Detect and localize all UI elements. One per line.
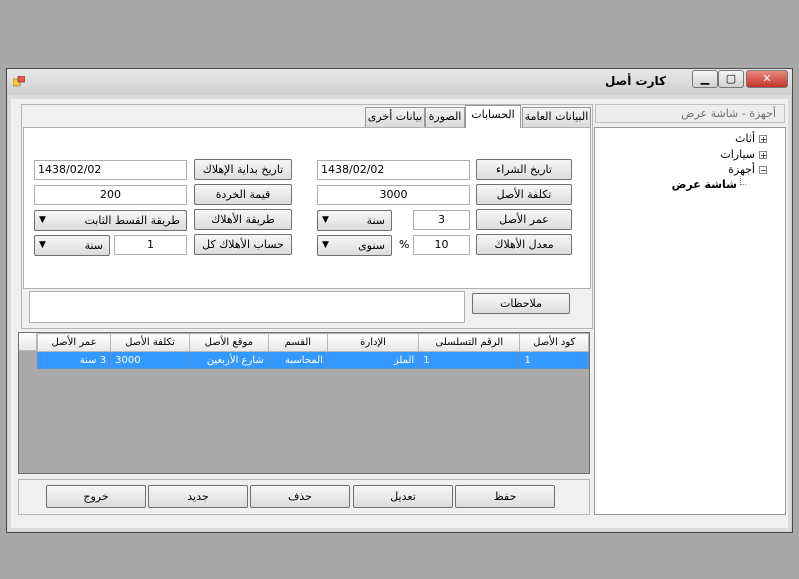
tree-node-cars[interactable]: سيارات <box>720 148 755 161</box>
tree-node-display-screen[interactable]: شاشة عرض <box>672 178 737 191</box>
tab-general[interactable]: البيانات العامة <box>522 107 591 127</box>
grid-cell: شارع الأربعين <box>188 351 269 369</box>
percent-sign: % <box>399 238 410 251</box>
table-row[interactable]: 1 1 الملز المحاسبة شارع الأربعين 3000 3 … <box>36 351 589 369</box>
cost-label: تكلفة الأصل <box>476 184 572 205</box>
dep-rate-label: معدل الأهلاك <box>476 234 572 255</box>
notes-field[interactable] <box>29 291 465 323</box>
purchase-date-field[interactable]: 1438/02/02 <box>317 160 470 180</box>
edit-button[interactable]: تعديل <box>353 485 453 508</box>
dep-calc-field[interactable]: 1 <box>114 235 187 255</box>
dep-calc-unit-select[interactable]: سنة ▼ <box>34 235 110 256</box>
dep-rate-field[interactable]: 10 <box>413 235 470 255</box>
collapse-icon[interactable]: − <box>759 166 767 175</box>
cost-field[interactable]: 3000 <box>317 185 470 205</box>
grid-cell: 1 <box>519 351 589 369</box>
grid-cell: 3 سنة <box>36 351 112 369</box>
delete-button[interactable]: حذف <box>250 485 350 508</box>
scrap-field[interactable]: 200 <box>34 185 187 205</box>
expand-icon[interactable]: + <box>759 135 767 144</box>
grid-header-row: كود الأصل الرقم التسلسلى الإدارة القسم م… <box>36 333 589 352</box>
age-unit-value: سنة <box>366 214 385 227</box>
tab-accounts[interactable]: الحسابات <box>465 105 521 128</box>
grid-header-cell[interactable]: الرقم التسلسلى <box>418 333 521 352</box>
tab-other[interactable]: بيانات أخرى <box>365 107 425 127</box>
tree-node-label: سيارات <box>720 148 755 161</box>
chevron-down-icon: ▼ <box>39 215 46 225</box>
tree-node-furniture[interactable]: أثاث <box>735 132 755 145</box>
grid-cell: المحاسبة <box>267 351 328 369</box>
grid-cell: 1 <box>418 351 521 369</box>
exit-button[interactable]: خروج <box>46 485 146 508</box>
dep-start-label: تاريخ بداية الإهلاك <box>194 159 292 180</box>
maximize-icon: ▢ <box>725 72 737 85</box>
grid-header-cell[interactable]: الإدارة <box>326 333 420 352</box>
grid-table: كود الأصل الرقم التسلسلى الإدارة القسم م… <box>36 333 589 369</box>
app-icon <box>13 76 25 87</box>
selected-path-field[interactable]: أجهزة - شاشة عرض <box>595 104 785 123</box>
title-bar[interactable]: كارت أصل ▁ ▢ ✕ <box>7 69 792 95</box>
grid-header-cell[interactable]: القسم <box>267 333 328 352</box>
new-button[interactable]: جديد <box>148 485 248 508</box>
close-button[interactable]: ✕ <box>746 70 788 88</box>
grid-cell: 3000 <box>110 351 190 369</box>
category-tree[interactable]: أثاث + سيارات + أجهزة − شاشة عرض <box>594 127 786 515</box>
scrap-label: قيمة الخردة <box>194 184 292 205</box>
tree-connector <box>740 184 746 185</box>
close-icon: ✕ <box>762 72 772 85</box>
expand-icon[interactable]: + <box>759 151 767 160</box>
chevron-down-icon: ▼ <box>39 240 46 250</box>
dep-start-field[interactable]: 1438/02/02 <box>34 160 187 180</box>
asset-card-window: كارت أصل ▁ ▢ ✕ البيانات العامة الحسابات … <box>6 68 793 533</box>
minimize-button[interactable]: ▁ <box>692 70 718 88</box>
form-group: البيانات العامة الحسابات الصورة بيانات أ… <box>21 104 593 329</box>
maximize-button[interactable]: ▢ <box>718 70 744 88</box>
tree-node-label: شاشة عرض <box>671 178 737 191</box>
dep-method-label: طريقة الأهلاك <box>194 209 292 230</box>
age-field[interactable]: 3 <box>413 210 470 230</box>
dep-method-select[interactable]: طريقة القسط الثابت ▼ <box>34 210 187 231</box>
tab-image[interactable]: الصورة <box>425 107 465 127</box>
client-area: البيانات العامة الحسابات الصورة بيانات أ… <box>11 99 788 528</box>
age-unit-select[interactable]: سنة ▼ <box>317 210 392 231</box>
chevron-down-icon: ▼ <box>322 215 329 225</box>
tree-node-devices[interactable]: أجهزة <box>728 163 755 176</box>
dep-calc-unit-value: سنة <box>84 239 103 252</box>
grid-header-cell[interactable]: عمر الأصل <box>36 333 112 352</box>
grid-header-cell[interactable]: كود الأصل <box>519 333 589 352</box>
grid-corner <box>19 333 37 351</box>
purchase-date-label: تاريخ الشراء <box>476 159 572 180</box>
grid-header-cell[interactable]: تكلفة الأصل <box>110 333 190 352</box>
dep-calc-label: حساب الأهلاك كل <box>194 234 292 255</box>
dep-period-select[interactable]: سنوى ▼ <box>317 235 392 256</box>
button-bar: حفظ تعديل حذف جديد خروج <box>18 479 590 515</box>
assets-grid[interactable]: كود الأصل الرقم التسلسلى الإدارة القسم م… <box>18 332 590 474</box>
grid-header-cell[interactable]: موقع الأصل <box>188 333 269 352</box>
chevron-down-icon: ▼ <box>322 240 329 250</box>
age-label: عمر الأصل <box>476 209 572 230</box>
dep-period-value: سنوى <box>358 239 385 252</box>
window-title: كارت أصل <box>604 74 666 88</box>
tree-node-label: أجهزة <box>728 163 755 176</box>
dep-method-value: طريقة القسط الثابت <box>84 214 180 227</box>
save-button[interactable]: حفظ <box>455 485 555 508</box>
grid-cell: الملز <box>326 351 420 369</box>
accounts-tab-panel: تاريخ الشراء 1438/02/02 تكلفة الأصل 3000… <box>23 127 591 289</box>
notes-label: ملاحظات <box>472 293 570 314</box>
minimize-icon: ▁ <box>700 72 710 85</box>
tree-node-label: أثاث <box>735 132 755 145</box>
